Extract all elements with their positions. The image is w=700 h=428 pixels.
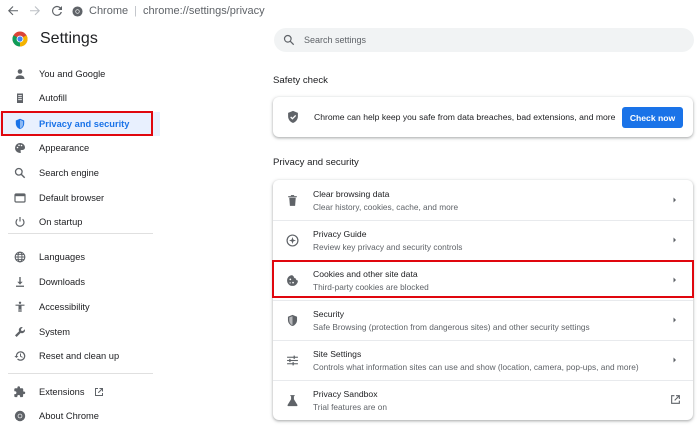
- chrome-logo-icon: [12, 31, 28, 47]
- open-in-new-icon: [95, 388, 104, 396]
- wrench-icon: [15, 327, 25, 337]
- sidebar-item-accessibility[interactable]: Accessibility: [0, 295, 160, 319]
- power-icon: [15, 217, 25, 227]
- sidebar-item-label: Autofill: [39, 93, 67, 103]
- chevron-right-icon: [673, 357, 676, 363]
- row-privacy-guide[interactable]: Privacy Guide Review key privacy and sec…: [273, 220, 693, 260]
- sidebar-item-about-chrome[interactable]: About Chrome: [0, 404, 160, 428]
- shield-icon: [287, 314, 297, 326]
- flask-icon: [287, 394, 297, 406]
- row-subtitle: Controls what information sites can use …: [313, 361, 639, 372]
- browser-window-icon: [14, 193, 26, 203]
- row-subtitle: Review key privacy and security controls: [313, 241, 463, 252]
- puzzle-icon: [14, 386, 26, 398]
- sidebar-item-autofill[interactable]: Autofill: [0, 86, 160, 110]
- row-privacy-sandbox[interactable]: Privacy Sandbox Trial features are on: [273, 380, 693, 420]
- omnibox-url[interactable]: chrome://settings/privacy: [143, 5, 265, 17]
- browser-toolbar: Chrome | chrome://settings/privacy: [0, 0, 700, 22]
- chevron-right-icon: [673, 197, 676, 203]
- sidebar-item-default-browser[interactable]: Default browser: [0, 186, 160, 210]
- sidebar-item-search-engine[interactable]: Search engine: [0, 161, 160, 185]
- person-icon: [15, 69, 25, 79]
- row-title: Privacy Guide: [313, 228, 367, 239]
- sidebar-item-label: Reset and clean up: [39, 351, 120, 361]
- search-bar[interactable]: [274, 28, 694, 52]
- search-input[interactable]: [304, 35, 664, 45]
- shield-check-icon: [288, 110, 298, 123]
- row-site-settings[interactable]: Site Settings Controls what information …: [273, 340, 693, 380]
- omnibox-chip: Chrome: [89, 5, 129, 17]
- sidebar-divider: [8, 373, 153, 374]
- search-icon: [283, 34, 295, 46]
- check-now-button[interactable]: Check now: [622, 107, 683, 128]
- history-icon: [14, 351, 26, 361]
- sidebar-item-appearance[interactable]: Appearance: [0, 136, 160, 160]
- sidebar-item-label: About Chrome: [39, 411, 99, 421]
- privacy-section-heading: Privacy and security: [273, 157, 359, 168]
- search-icon: [14, 167, 26, 179]
- safety-check-message: Chrome can help keep you safe from data …: [314, 112, 616, 122]
- reload-button[interactable]: [48, 2, 66, 20]
- sidebar-item-reset-and-clean-up[interactable]: Reset and clean up: [0, 344, 160, 368]
- settings-brand: Settings: [12, 30, 98, 48]
- sidebar-item-label: Default browser: [39, 193, 105, 203]
- row-clear-browsing-data[interactable]: Clear browsing data Clear history, cooki…: [273, 180, 693, 220]
- row-subtitle: Safe Browsing (protection from dangerous…: [313, 321, 590, 332]
- settings-title: Settings: [40, 30, 98, 47]
- safety-check-card: Chrome can help keep you safe from data …: [273, 97, 693, 137]
- sidebar-item-label: Accessibility: [39, 302, 90, 312]
- sidebar-item-label: Appearance: [39, 143, 90, 153]
- accessibility-icon: [15, 301, 25, 312]
- row-title: Security: [313, 308, 345, 319]
- forward-arrow-icon: [30, 6, 40, 16]
- chrome-logo-icon: [14, 410, 26, 422]
- back-arrow-icon: [8, 6, 18, 16]
- sidebar-divider: [8, 233, 153, 234]
- row-security[interactable]: Security Safe Browsing (protection from …: [273, 300, 693, 340]
- clipboard-icon: [17, 93, 23, 103]
- palette-icon: [15, 143, 25, 153]
- sidebar-item-label: Search engine: [39, 168, 99, 178]
- row-title: Site Settings: [313, 348, 362, 359]
- omnibox[interactable]: Chrome | chrome://settings/privacy: [72, 5, 265, 17]
- chevron-right-icon: [673, 317, 676, 323]
- sidebar-item-label: System: [39, 327, 70, 337]
- trash-icon: [287, 194, 297, 206]
- sidebar-item-downloads[interactable]: Downloads: [0, 270, 160, 294]
- sidebar-item-languages[interactable]: Languages: [0, 245, 160, 269]
- privacy-card: Clear browsing data Clear history, cooki…: [273, 180, 693, 420]
- reload-icon: [52, 5, 62, 16]
- sidebar-item-on-startup[interactable]: On startup: [0, 210, 160, 234]
- row-title: Clear browsing data: [313, 188, 390, 199]
- sidebar-item-you-and-google[interactable]: You and Google: [0, 62, 160, 86]
- sidebar-item-label: On startup: [39, 217, 83, 227]
- safety-check-heading: Safety check: [273, 75, 328, 86]
- download-icon: [16, 277, 24, 287]
- open-in-new-icon: [671, 395, 680, 404]
- sidebar-item-extensions[interactable]: Extensions: [0, 380, 160, 404]
- compass-icon: [285, 233, 299, 247]
- chevron-right-icon: [673, 237, 676, 243]
- sidebar-item-label: Languages: [39, 252, 86, 262]
- sidebar-item-label: Downloads: [39, 277, 85, 287]
- highlight-box-cookies: [272, 260, 694, 298]
- sidebar-item-label: Extensions: [39, 387, 85, 397]
- back-button[interactable]: [4, 2, 22, 20]
- forward-button[interactable]: [26, 2, 44, 20]
- row-subtitle: Clear history, cookies, cache, and more: [313, 201, 459, 212]
- row-title: Privacy Sandbox: [313, 388, 378, 399]
- highlight-box-sidebar: [1, 111, 153, 136]
- sidebar-item-system[interactable]: System: [0, 320, 160, 344]
- chrome-logo-icon: [72, 5, 83, 17]
- sidebar-item-label: You and Google: [39, 69, 106, 79]
- row-subtitle: Trial features are on: [313, 401, 387, 412]
- globe-icon: [14, 251, 26, 263]
- omnibox-separator: |: [134, 5, 137, 17]
- sliders-icon: [286, 355, 298, 365]
